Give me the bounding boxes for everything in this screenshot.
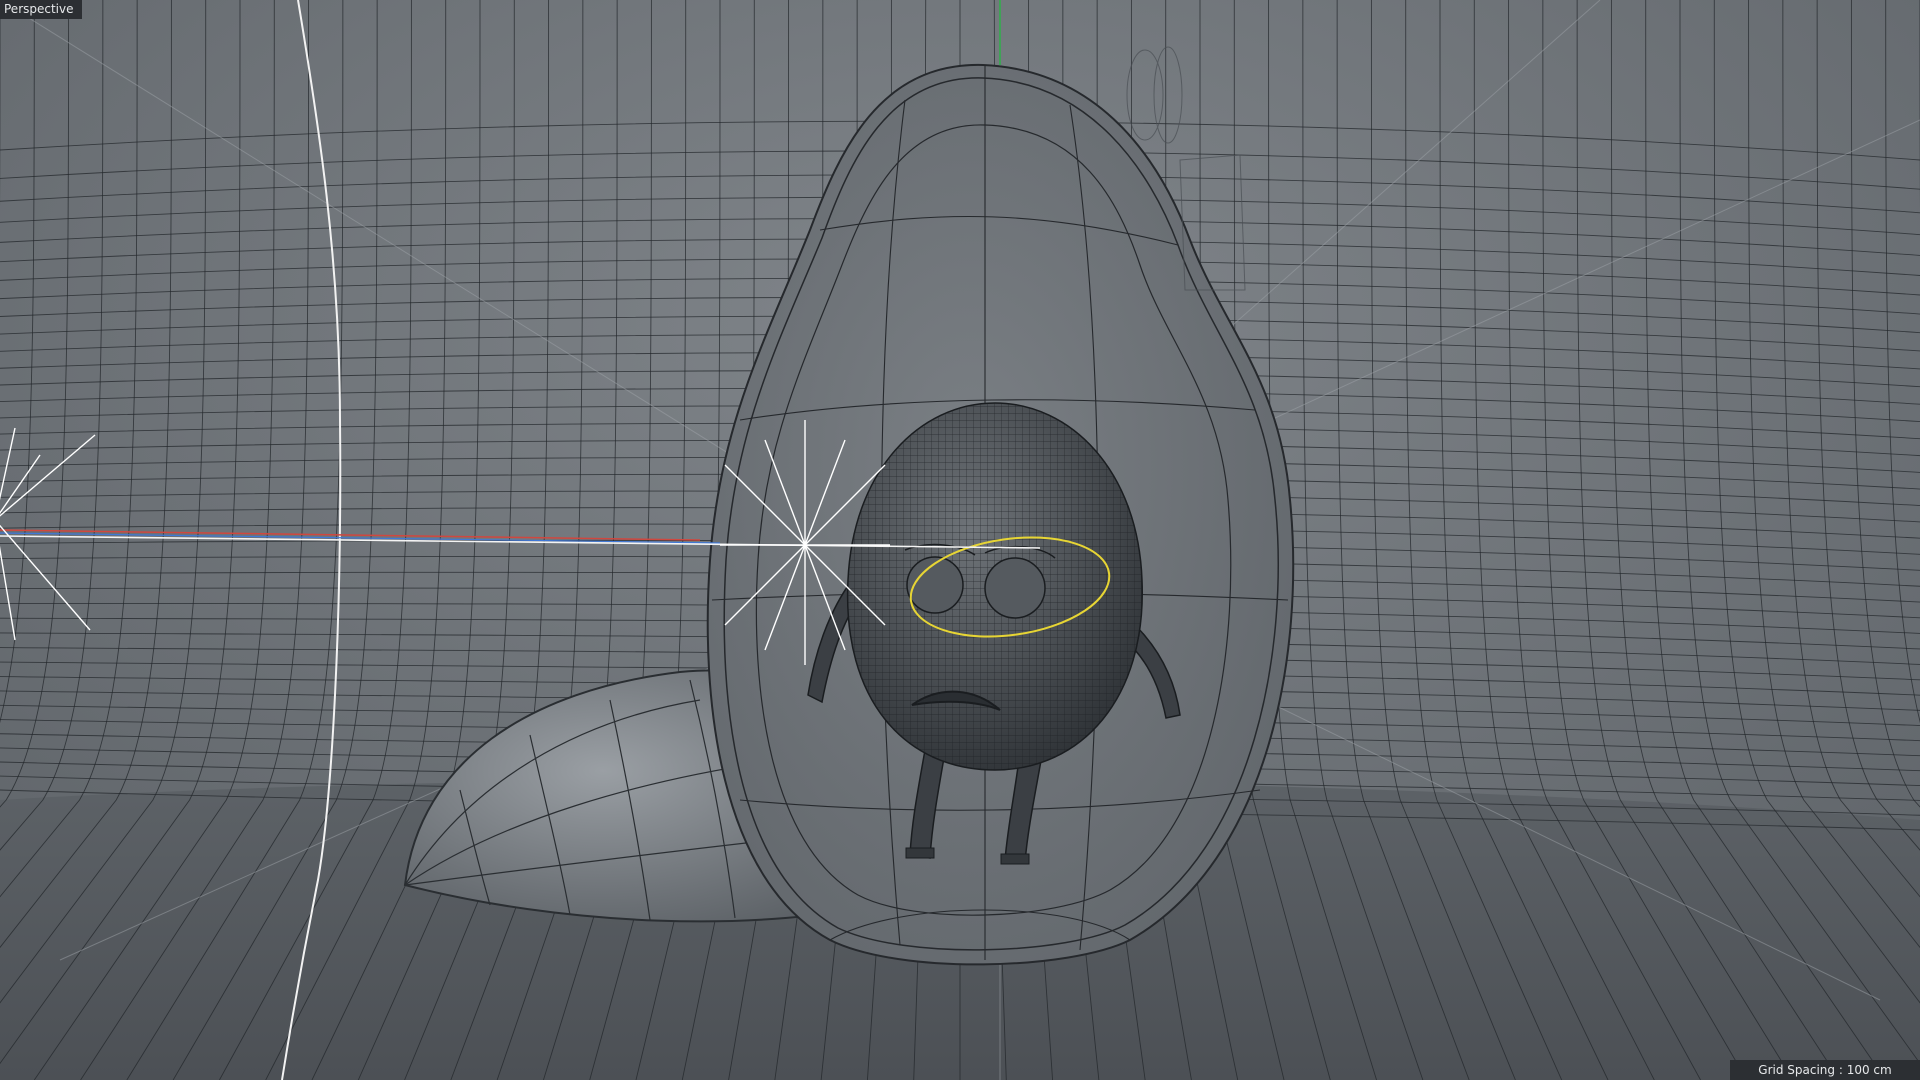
right-eye	[984, 557, 1046, 619]
left-eye	[906, 556, 964, 614]
viewport-scene[interactable]	[0, 0, 1920, 1080]
camera-label[interactable]: Perspective	[0, 0, 82, 19]
3d-viewport[interactable]: Perspective Grid Spacing : 100 cm	[0, 0, 1920, 1080]
grid-spacing-readout: Grid Spacing : 100 cm	[1730, 1060, 1920, 1080]
